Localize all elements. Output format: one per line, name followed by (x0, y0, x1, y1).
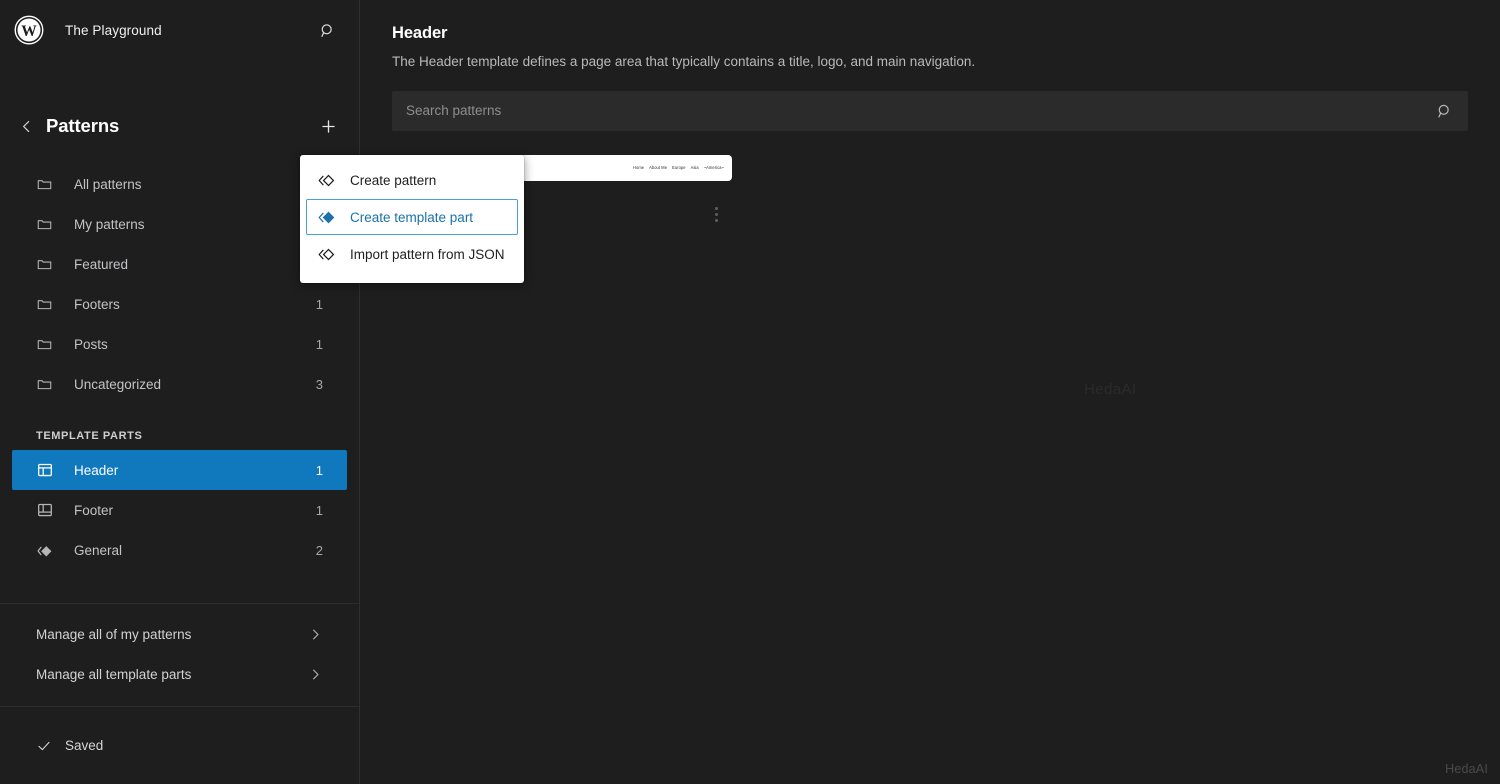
main-description: The Header template defines a page area … (392, 54, 976, 69)
folder-icon (36, 216, 60, 233)
header-layout-icon (36, 461, 60, 479)
menu-item-create-template-part[interactable]: Create template part (306, 199, 518, 235)
kebab-dot (714, 219, 718, 223)
footer-link-label: Manage all of my patterns (36, 626, 192, 642)
chevron-right-icon (308, 667, 323, 682)
menu-item-import-pattern-from-json[interactable]: Import pattern from JSON (306, 236, 518, 272)
save-status-label: Saved (65, 738, 104, 753)
watermark-center: HedaAI (1084, 381, 1137, 398)
folder-icon (36, 176, 60, 193)
chevron-right-icon (308, 627, 323, 642)
sidebar-item-label: Footer (74, 502, 114, 518)
save-bar: Saved (0, 706, 359, 784)
site-title: The Playground (65, 22, 162, 38)
svg-text:W: W (21, 23, 37, 40)
sidebar-item-label: Header (74, 462, 119, 478)
sidebar-item-count: 1 (315, 502, 323, 518)
sidebar-item-count: 1 (315, 462, 323, 478)
more-vertical-icon[interactable] (704, 201, 728, 229)
menu-item-label: Create template part (350, 209, 474, 225)
sidebar: W The Playground Patterns All patterns M… (0, 0, 360, 784)
page-title: Patterns (46, 115, 120, 136)
sidebar-item-my-patterns[interactable]: My patterns (12, 204, 347, 244)
main-content: Header The Header template defines a pag… (360, 0, 1500, 784)
search-bar (392, 90, 1468, 131)
search-input[interactable] (392, 90, 1468, 131)
site-bar: W The Playground (0, 0, 359, 60)
folder-icon (36, 376, 60, 393)
sidebar-item-footer[interactable]: Footer 1 (12, 490, 347, 530)
sidebar-item-footers[interactable]: Footers 1 (12, 284, 347, 324)
template-parts-list: Header 1 Footer 1 General 2 (0, 450, 359, 570)
footer-layout-icon (36, 501, 60, 519)
sidebar-item-label: All patterns (74, 176, 142, 192)
sidebar-item-count: 1 (315, 336, 323, 352)
kebab-dot (714, 213, 718, 217)
search-icon[interactable] (311, 14, 343, 46)
preview-nav-link: Europe (672, 165, 686, 171)
manage-all-template-parts-link[interactable]: Manage all template parts (12, 654, 347, 694)
patterns-grid: Home About Me Europe Asia ~America~ Head… (392, 154, 1468, 229)
sidebar-item-general[interactable]: General 2 (12, 530, 347, 570)
save-status-button[interactable]: Saved (36, 738, 103, 754)
menu-item-label: Import pattern from JSON (350, 246, 505, 262)
main-title: Header (392, 24, 448, 42)
patterns-panel-header: Patterns (0, 102, 359, 150)
sidebar-item-label: Footers (74, 296, 120, 312)
footer-link-label: Manage all template parts (36, 666, 192, 682)
check-icon (36, 738, 52, 754)
sidebar-item-label: Uncategorized (74, 376, 162, 392)
sidebar-item-count: 2 (315, 542, 323, 558)
sidebar-item-label: Posts (74, 336, 108, 352)
sidebar-item-posts[interactable]: Posts 1 (12, 324, 347, 364)
pattern-outline-icon (317, 244, 341, 264)
chevron-left-icon[interactable] (8, 108, 44, 144)
pattern-outline-icon (317, 170, 341, 190)
sidebar-item-count: 1 (315, 296, 323, 312)
manage-all-my-patterns-link[interactable]: Manage all of my patterns (12, 614, 347, 654)
preview-nav-link: Home (633, 165, 645, 171)
sidebar-item-label: My patterns (74, 216, 145, 232)
folder-icon (36, 256, 60, 273)
kebab-dot (714, 207, 718, 211)
folder-icon (36, 296, 60, 313)
pattern-preview-nav: Home About Me Europe Asia ~America~ (633, 165, 724, 170)
preview-nav-link: Asia (690, 165, 699, 171)
menu-item-create-pattern[interactable]: Create pattern (306, 162, 518, 198)
pattern-diamond-icon (36, 541, 60, 560)
template-parts-section-label: TEMPLATE PARTS (36, 430, 143, 442)
sidebar-item-label: General (74, 542, 123, 558)
pattern-filled-icon (317, 207, 341, 227)
wordpress-logo-icon[interactable]: W (14, 15, 44, 45)
site-editor-app: W The Playground Patterns All patterns M… (0, 0, 1500, 784)
sidebar-item-label: Featured (74, 256, 129, 272)
create-pattern-dropdown-menu: Create pattern Create template part Impo… (300, 155, 524, 283)
preview-nav-link: ~America~ (703, 165, 724, 171)
folder-icon (36, 336, 60, 353)
sidebar-footer-links: Manage all of my patterns Manage all tem… (0, 603, 359, 706)
sidebar-item-all-patterns[interactable]: All patterns (12, 164, 347, 204)
sidebar-item-header[interactable]: Header 1 (12, 450, 347, 490)
preview-nav-link: About Me (649, 165, 668, 171)
sidebar-item-uncategorized[interactable]: Uncategorized 3 (12, 364, 347, 404)
sidebar-item-featured[interactable]: Featured (12, 244, 347, 284)
menu-item-label: Create pattern (350, 172, 437, 188)
search-icon[interactable] (1435, 101, 1454, 120)
plus-icon[interactable] (311, 109, 345, 143)
sidebar-item-count: 3 (315, 376, 323, 392)
